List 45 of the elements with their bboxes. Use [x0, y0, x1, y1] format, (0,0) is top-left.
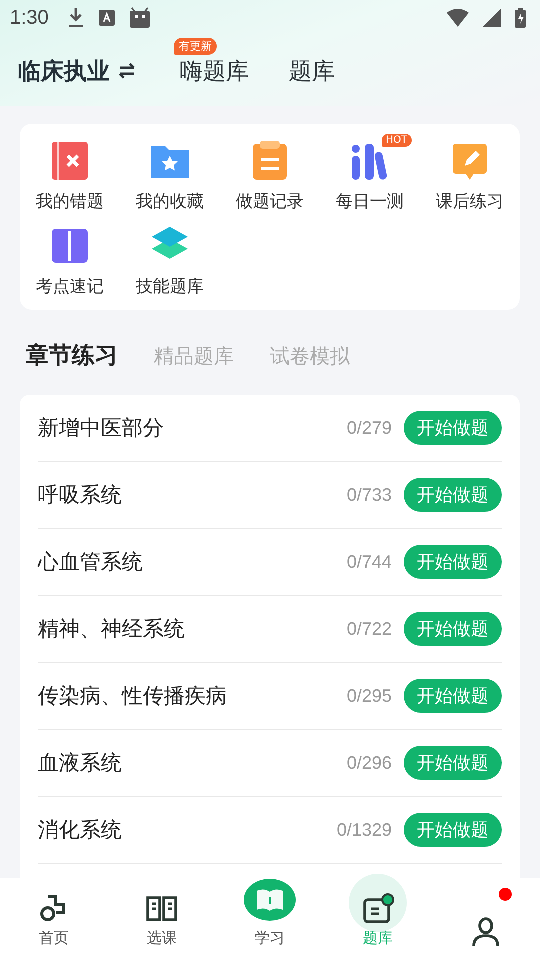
- android-icon: [128, 7, 151, 29]
- section-tab[interactable]: 章节练习: [26, 336, 118, 375]
- nav-label: 学习: [255, 929, 285, 948]
- nav-tab[interactable]: 选课: [108, 878, 216, 960]
- swap-icon[interactable]: [118, 62, 136, 80]
- shortcut-label[interactable]: 考点速记: [36, 275, 104, 298]
- text-app-icon: [98, 10, 115, 26]
- header-tab[interactable]: 题库: [289, 52, 335, 90]
- progress-count: 0/296: [346, 752, 392, 774]
- shortcut-label[interactable]: 做题记录: [236, 190, 304, 213]
- document-icon: [362, 893, 394, 925]
- progress-count: 0/744: [346, 552, 392, 572]
- header-tab[interactable]: 嗨题库: [180, 52, 249, 90]
- progress-count: 0/295: [346, 686, 392, 706]
- exam-title: 临床执业: [18, 58, 110, 86]
- chapter-title: 呼吸系统: [38, 482, 123, 509]
- shortcut-label[interactable]: 技能题库: [136, 275, 204, 298]
- progress-count: 0/279: [346, 418, 392, 438]
- shortcut-label[interactable]: 课后练习: [436, 190, 504, 213]
- signal-icon: [483, 9, 501, 27]
- status-time: 1:30: [10, 6, 49, 30]
- chapter-title: 消化系统: [38, 817, 123, 844]
- progress-count: 0/1329: [336, 820, 392, 840]
- shortcut-label[interactable]: 每日一测: [336, 190, 404, 213]
- study-button[interactable]: [244, 879, 296, 921]
- hot-badge: HOT: [382, 134, 412, 147]
- chapter-title: 心血管系统: [38, 549, 144, 576]
- chapter-title: 精神、神经系统: [38, 616, 186, 643]
- nav-tab[interactable]: 学习: [216, 878, 324, 960]
- shortcut-label[interactable]: 我的错题: [36, 190, 104, 213]
- download-icon: [66, 7, 85, 29]
- shortcut-label[interactable]: 我的收藏: [136, 190, 204, 213]
- progress-count: 0/733: [346, 484, 392, 506]
- update-badge: 有更新: [174, 38, 217, 54]
- chapter-title: 传染病、性传播疾病: [38, 683, 228, 710]
- progress-count: 0/722: [346, 618, 392, 640]
- battery-icon: [515, 8, 526, 28]
- nav-label: 题库: [363, 929, 393, 948]
- chapter-title: 血液系统: [38, 750, 123, 777]
- nav-label: 选课: [147, 929, 177, 948]
- nav-tab[interactable]: 首页: [0, 878, 108, 960]
- wifi-icon: [447, 9, 469, 27]
- nav-label: 首页: [39, 929, 69, 948]
- chapter-title: 新增中医部分: [38, 415, 165, 442]
- profile-icon: [470, 916, 502, 948]
